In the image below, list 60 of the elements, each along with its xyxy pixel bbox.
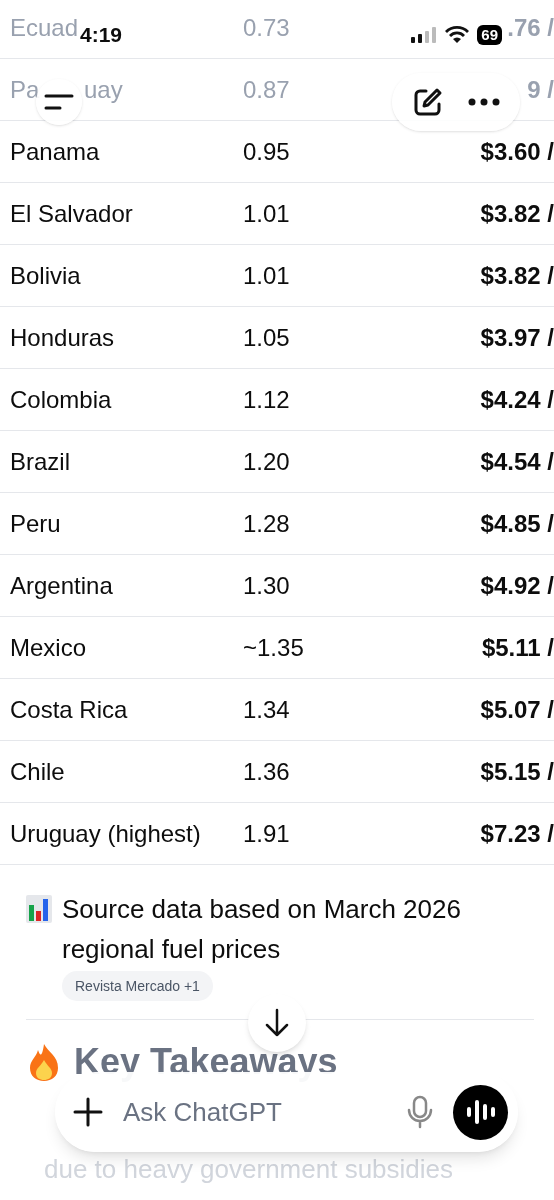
table-cell: $3.82 /	[480, 199, 554, 227]
table-cell: 1.91	[243, 819, 290, 847]
note-text: Source data based on March 2026 regional fuel prices	[62, 893, 462, 966]
table-cell: Uruguay (highest)	[10, 819, 201, 847]
plus-icon[interactable]	[73, 1097, 103, 1127]
menu-icon	[43, 93, 75, 111]
table-cell: 1.05	[243, 323, 290, 351]
wifi-icon	[445, 26, 470, 44]
voice-button[interactable]	[453, 1084, 508, 1140]
table-cell: 0.95	[243, 137, 290, 165]
table-cell: $4.54 /	[480, 447, 554, 475]
table-cell: $3.82 /	[480, 261, 554, 289]
signal-icon	[411, 26, 438, 43]
table-cell: Costa Rica	[10, 695, 128, 723]
waveform-icon	[465, 1099, 496, 1125]
table-cell: .76 /	[507, 13, 554, 41]
table-cell: $3.97 /	[480, 323, 554, 351]
table-cell: 0.73	[243, 13, 290, 41]
table-cell: 1.36	[243, 757, 290, 785]
table-cell: 1.01	[243, 199, 290, 227]
table-cell: 1.34	[243, 695, 290, 723]
source-chip[interactable]: Revista Mercado +1	[62, 971, 213, 1001]
arrow-down-icon	[265, 1008, 289, 1038]
table-cell: $4.85 /	[480, 509, 554, 537]
table-cell: $5.15 /	[480, 757, 554, 785]
table-cell: $5.07 /	[480, 695, 554, 723]
section-heading: Key Takeaways	[74, 1042, 338, 1082]
status-time: 4:19	[80, 22, 123, 48]
microphone-icon[interactable]	[407, 1095, 433, 1129]
table-cell: Chile	[10, 757, 65, 785]
table-cell: 9 /	[527, 75, 554, 103]
battery-level: 69	[477, 24, 502, 45]
table-cell: 1.28	[243, 509, 290, 537]
table-cell: 1.30	[243, 571, 290, 599]
table-cell: El Salvador	[10, 199, 133, 227]
table-cell: ~1.35	[243, 633, 304, 661]
table-cell: $4.92 /	[480, 571, 554, 599]
table-cell: Peru	[10, 509, 61, 537]
table-cell: 1.12	[243, 385, 290, 413]
table-cell: $3.60 /	[480, 137, 554, 165]
table-cell: Argentina	[10, 571, 113, 599]
table-cell: uay	[84, 75, 123, 103]
table-cell: Pa	[10, 75, 40, 103]
table-cell: $7.23 /	[480, 819, 554, 847]
bar-chart-icon	[26, 895, 52, 923]
more-icon[interactable]	[468, 98, 500, 106]
table-cell: Panama	[10, 137, 100, 165]
table-cell: 1.20	[243, 447, 290, 475]
table-cell: Brazil	[10, 447, 70, 475]
table-cell: 1.01	[243, 261, 290, 289]
table-cell: $5.11 /	[481, 633, 554, 661]
edit-icon[interactable]	[412, 86, 444, 118]
table-cell: 0.87	[243, 75, 290, 103]
table-cell: $4.24 /	[480, 385, 554, 413]
table-cell: Colombia	[10, 385, 112, 413]
table-cell: Bolivia	[10, 261, 81, 289]
table-cell: Ecuad	[10, 13, 79, 41]
table-cell: Honduras	[10, 323, 115, 351]
message-input[interactable]: Ask ChatGPT	[123, 1092, 387, 1132]
table-cell: Mexico	[10, 633, 87, 661]
